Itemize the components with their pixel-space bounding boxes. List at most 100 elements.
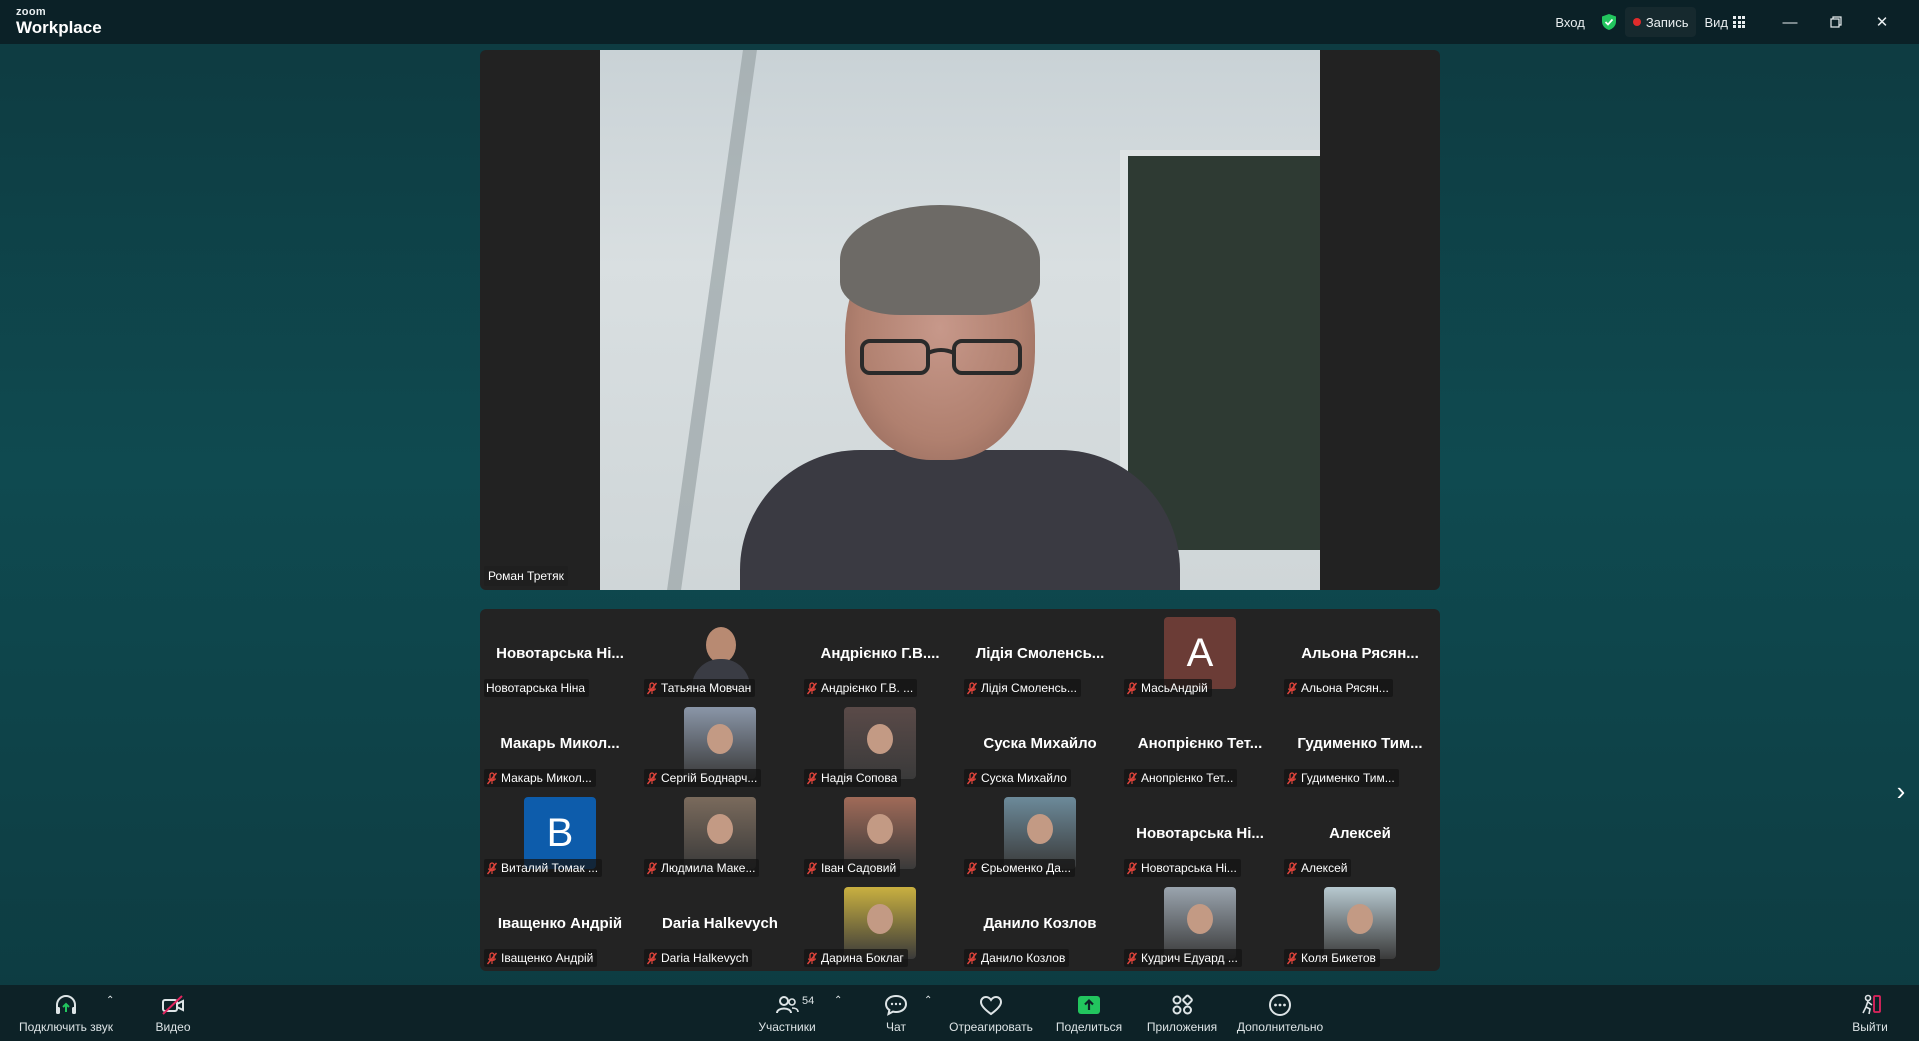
avatar-face: [867, 724, 893, 754]
video-button[interactable]: Видео: [148, 985, 198, 1041]
participant-name: Daria Halkevych: [661, 951, 749, 965]
participant-tile[interactable]: Іващенко Андрій Іващенко Андрій: [480, 879, 640, 969]
avatar-face: [707, 724, 733, 754]
participant-tile[interactable]: Надія Сопова: [800, 699, 960, 789]
participant-tile[interactable]: Анопрієнко Тет... Анопрієнко Тет...: [1120, 699, 1280, 789]
participant-name-label: Гудименко Тим...: [1284, 769, 1399, 787]
mic-muted-icon: [1286, 681, 1298, 694]
encryption-indicator[interactable]: [1593, 7, 1625, 37]
avatar-face: [707, 814, 733, 844]
participant-tile[interactable]: Алексей Алексей: [1280, 789, 1440, 879]
participant-name: Суска Михайло: [981, 771, 1067, 785]
participant-tile[interactable]: Гудименко Тим... Гудименко Тим...: [1280, 699, 1440, 789]
participant-display-name: Daria Halkevych: [662, 915, 778, 932]
participant-tile[interactable]: Коля Бикетов: [1280, 879, 1440, 969]
logo-small-text: zoom: [16, 6, 46, 18]
speaker-hair: [840, 205, 1040, 315]
apps-button[interactable]: Приложения: [1144, 985, 1220, 1041]
participants-button[interactable]: Участники: [752, 985, 822, 1041]
participant-tile[interactable]: Іван Садовий: [800, 789, 960, 879]
gallery-next-button[interactable]: ›: [1892, 775, 1910, 806]
mic-muted-icon: [1286, 951, 1298, 964]
participant-name-label: Дарина Боклаг: [804, 949, 908, 967]
participants-options-caret[interactable]: ⌃: [834, 995, 842, 1006]
participant-name: Єрьоменко Да...: [981, 861, 1071, 875]
leave-icon: [1862, 994, 1881, 1014]
audio-options-caret[interactable]: ⌃: [106, 995, 114, 1006]
participant-tile[interactable]: Данило Козлов Данило Козлов: [960, 879, 1120, 969]
participant-name: Іващенко Андрій: [501, 951, 594, 965]
signin-button[interactable]: Вход: [1547, 7, 1592, 37]
participant-name: Андрієнко Г.В. ...: [821, 681, 914, 695]
participant-tile[interactable]: A МасьАндрій: [1120, 609, 1280, 699]
avatar-face: [1347, 904, 1373, 934]
participant-face: [706, 627, 736, 663]
heart-icon: [979, 995, 1003, 1015]
join-audio-label: Подключить звук: [18, 1019, 114, 1034]
mic-muted-icon: [806, 681, 818, 694]
logo-large-text: Workplace: [16, 18, 102, 37]
participant-name: Макарь Микол...: [501, 771, 592, 785]
participant-tile[interactable]: B Виталий Томак ...: [480, 789, 640, 879]
participant-tile[interactable]: Андрієнко Г.В.... Андрієнко Г.В. ...: [800, 609, 960, 699]
participant-tile[interactable]: Єрьоменко Да...: [960, 789, 1120, 879]
leave-label: Выйти: [1852, 1019, 1888, 1034]
restore-button[interactable]: [1813, 0, 1859, 44]
participant-name: Коля Бикетов: [1301, 951, 1376, 965]
participant-name-label: Татьяна Мовчан: [644, 679, 756, 697]
chevron-right-icon: ›: [1896, 775, 1906, 806]
view-button[interactable]: Вид: [1696, 7, 1753, 37]
participant-tile[interactable]: Дарина Боклаг: [800, 879, 960, 969]
video-label: Видео: [155, 1019, 191, 1034]
shield-check-icon: [1601, 14, 1616, 30]
join-audio-button[interactable]: Подключить звук: [16, 985, 116, 1041]
participant-tile[interactable]: Альона Рясян... Альона Рясян...: [1280, 609, 1440, 699]
participant-tile[interactable]: Суска Михайло Суска Михайло: [960, 699, 1120, 789]
chat-options-caret[interactable]: ⌃: [924, 995, 932, 1006]
participant-display-name: Анопрієнко Тет...: [1137, 735, 1263, 752]
mic-muted-icon: [966, 861, 978, 874]
meeting-toolbar: Подключить звук ⌃ Видео Участники 54 ⌃ Ч…: [0, 985, 1919, 1041]
participant-tile[interactable]: Кудрич Едуард ...: [1120, 879, 1280, 969]
chat-label: Чат: [886, 1019, 906, 1034]
title-bar: zoom Workplace Вход Запись Вид — ✕: [0, 0, 1919, 44]
participant-tile[interactable]: Татьяна Мовчан: [640, 609, 800, 699]
close-icon: ✕: [1875, 14, 1889, 31]
participant-name-label: Daria Halkevych: [644, 949, 753, 967]
record-button[interactable]: Запись: [1624, 7, 1697, 37]
participant-name-label: Надія Сопова: [804, 769, 902, 787]
avatar-face: [867, 904, 893, 934]
participant-display-name: Алексей: [1329, 825, 1391, 842]
leave-button[interactable]: Выйти: [1850, 985, 1890, 1041]
participants-icon: [776, 995, 799, 1013]
active-speaker-video[interactable]: Роман Третяк: [480, 50, 1440, 590]
participant-tile[interactable]: Людмила Маке...: [640, 789, 800, 879]
mic-muted-icon: [966, 681, 978, 694]
signin-label: Вход: [1555, 14, 1585, 30]
more-icon: [1269, 993, 1291, 1016]
share-screen-button[interactable]: Поделиться: [1053, 985, 1125, 1041]
participant-name-label: Макарь Микол...: [484, 769, 596, 787]
apps-label: Приложения: [1146, 1019, 1218, 1034]
mic-muted-icon: [646, 951, 658, 964]
participant-name: Іван Садовий: [821, 861, 897, 875]
participant-name-label: Альона Рясян...: [1284, 679, 1393, 697]
grid-icon: [1733, 16, 1745, 28]
close-button[interactable]: ✕: [1859, 0, 1905, 44]
react-button[interactable]: Отреагировать: [946, 985, 1036, 1041]
participant-tile[interactable]: Лідія Смоленсь... Лідія Смоленсь...: [960, 609, 1120, 699]
participant-name-label: Новотарська Ні...: [1124, 859, 1241, 877]
participant-tile[interactable]: Новотарська Ні... Новотарська Ні...: [1120, 789, 1280, 879]
more-button[interactable]: Дополнительно: [1234, 985, 1326, 1041]
participant-display-name: Макарь Микол...: [500, 735, 620, 752]
participant-name: Новотарська Ніна: [486, 681, 586, 695]
participant-tile[interactable]: Новотарська Ні... Новотарська Ніна: [480, 609, 640, 699]
participant-name-label: Алексей: [1284, 859, 1352, 877]
participant-tile[interactable]: Daria Halkevych Daria Halkevych: [640, 879, 800, 969]
minimize-button[interactable]: —: [1767, 0, 1813, 44]
participant-name: Анопрієнко Тет...: [1141, 771, 1234, 785]
participant-tile[interactable]: Макарь Микол... Макарь Микол...: [480, 699, 640, 789]
chat-button[interactable]: Чат: [876, 985, 916, 1041]
mic-muted-icon: [646, 681, 658, 694]
participant-tile[interactable]: Сергій Боднарч...: [640, 699, 800, 789]
